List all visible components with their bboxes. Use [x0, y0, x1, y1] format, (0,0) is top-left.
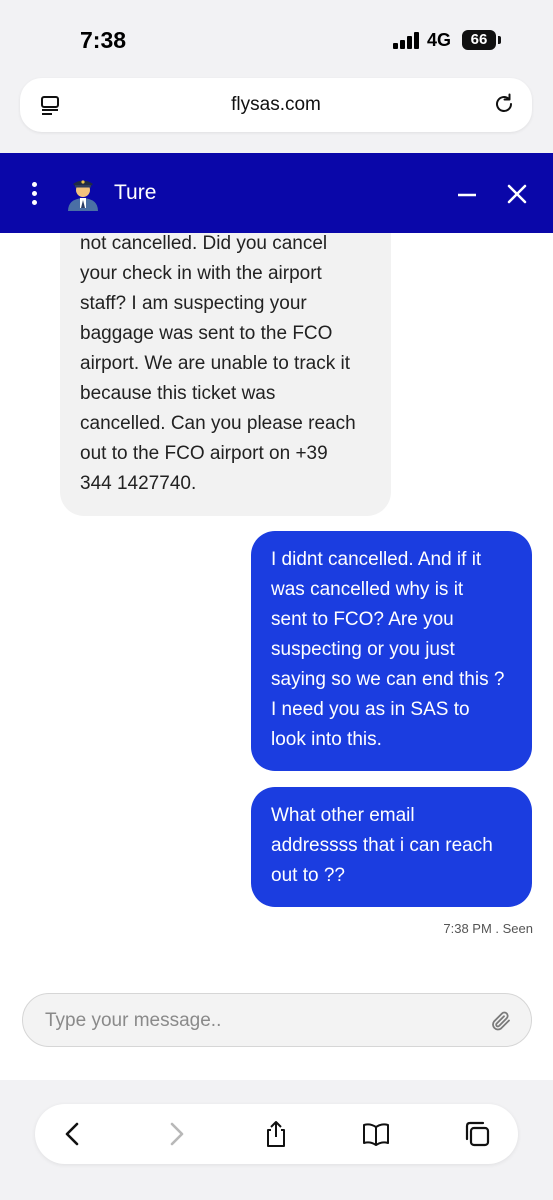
share-icon[interactable] — [261, 1119, 291, 1149]
forward-icon[interactable] — [161, 1119, 191, 1149]
bookmarks-icon[interactable] — [361, 1119, 391, 1149]
network-type: 4G — [427, 30, 452, 50]
battery-nub — [498, 36, 501, 44]
status-bar: 7:38 4G 66 — [0, 0, 553, 78]
url-text[interactable]: flysas.com — [20, 94, 532, 116]
message-input[interactable] — [43, 994, 467, 1048]
back-icon[interactable] — [58, 1119, 88, 1149]
more-vertical-icon[interactable] — [26, 179, 42, 209]
user-message: What other email addressss that i can re… — [251, 787, 532, 907]
message-composer — [22, 993, 532, 1048]
user-message: I didnt cancelled. And if it was cancell… — [251, 531, 532, 771]
reload-icon[interactable] — [492, 92, 516, 116]
agent-message: not cancelled. Did you cancel your check… — [60, 233, 391, 516]
tabs-icon[interactable] — [462, 1119, 492, 1149]
status-time: 7:38 — [80, 27, 127, 53]
browser-toolbar — [35, 1104, 518, 1164]
address-bar[interactable]: flysas.com — [20, 78, 532, 132]
close-icon[interactable] — [505, 182, 529, 206]
paperclip-icon[interactable] — [489, 1009, 513, 1033]
pilot-avatar-icon — [68, 180, 98, 211]
minimize-icon[interactable] — [456, 185, 478, 205]
battery-icon: 66 — [462, 30, 496, 50]
message-list[interactable]: not cancelled. Did you cancel your check… — [0, 233, 553, 973]
message-status: 7:38 PM . Seen — [443, 921, 533, 936]
agent-name: Ture — [114, 181, 157, 204]
browser-bar: flysas.com — [0, 78, 553, 153]
cellular-signal-icon — [393, 32, 421, 49]
chat-header: Ture — [0, 153, 553, 233]
